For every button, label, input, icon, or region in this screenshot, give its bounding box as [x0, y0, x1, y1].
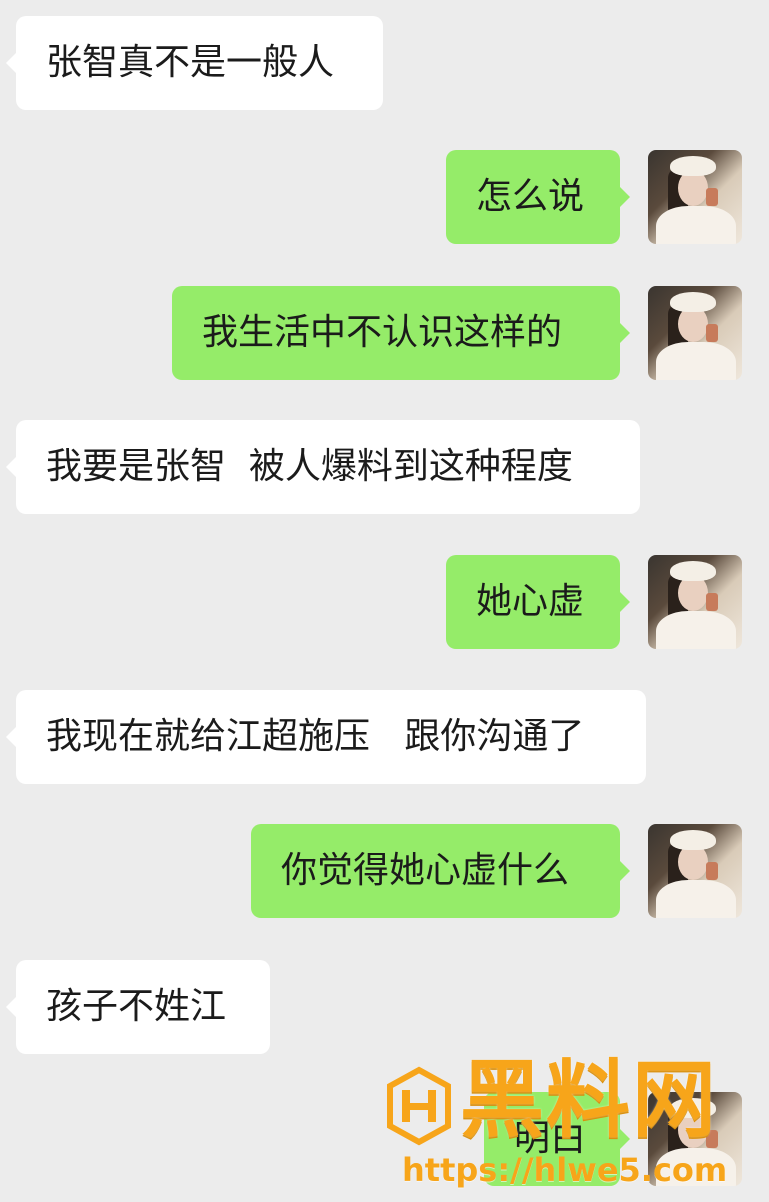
message-bubble-incoming[interactable]: 我现在就给江超施压 跟你沟通了 — [6, 690, 646, 784]
chat-area: 张智真不是一般人 怎么说 我生活中不认识这样的 我要是张智 被人爆料到这种程度 … — [0, 0, 769, 1202]
avatar[interactable] — [648, 555, 742, 649]
message-bubble-incoming[interactable]: 张智真不是一般人 — [6, 16, 383, 110]
avatar[interactable] — [648, 1092, 742, 1186]
message-bubble-outgoing[interactable]: 我生活中不认识这样的 — [172, 286, 630, 380]
message-bubble-outgoing[interactable]: 怎么说 — [446, 150, 630, 244]
message-bubble-incoming[interactable]: 我要是张智 被人爆料到这种程度 — [6, 420, 640, 514]
avatar[interactable] — [648, 286, 742, 380]
avatar[interactable] — [648, 150, 742, 244]
avatar[interactable] — [648, 824, 742, 918]
message-bubble-outgoing[interactable]: 她心虚 — [446, 555, 630, 649]
message-bubble-outgoing[interactable]: 明白 — [484, 1092, 630, 1186]
message-bubble-outgoing[interactable]: 你觉得她心虚什么 — [251, 824, 630, 918]
message-bubble-incoming[interactable]: 孩子不姓江 — [6, 960, 270, 1054]
